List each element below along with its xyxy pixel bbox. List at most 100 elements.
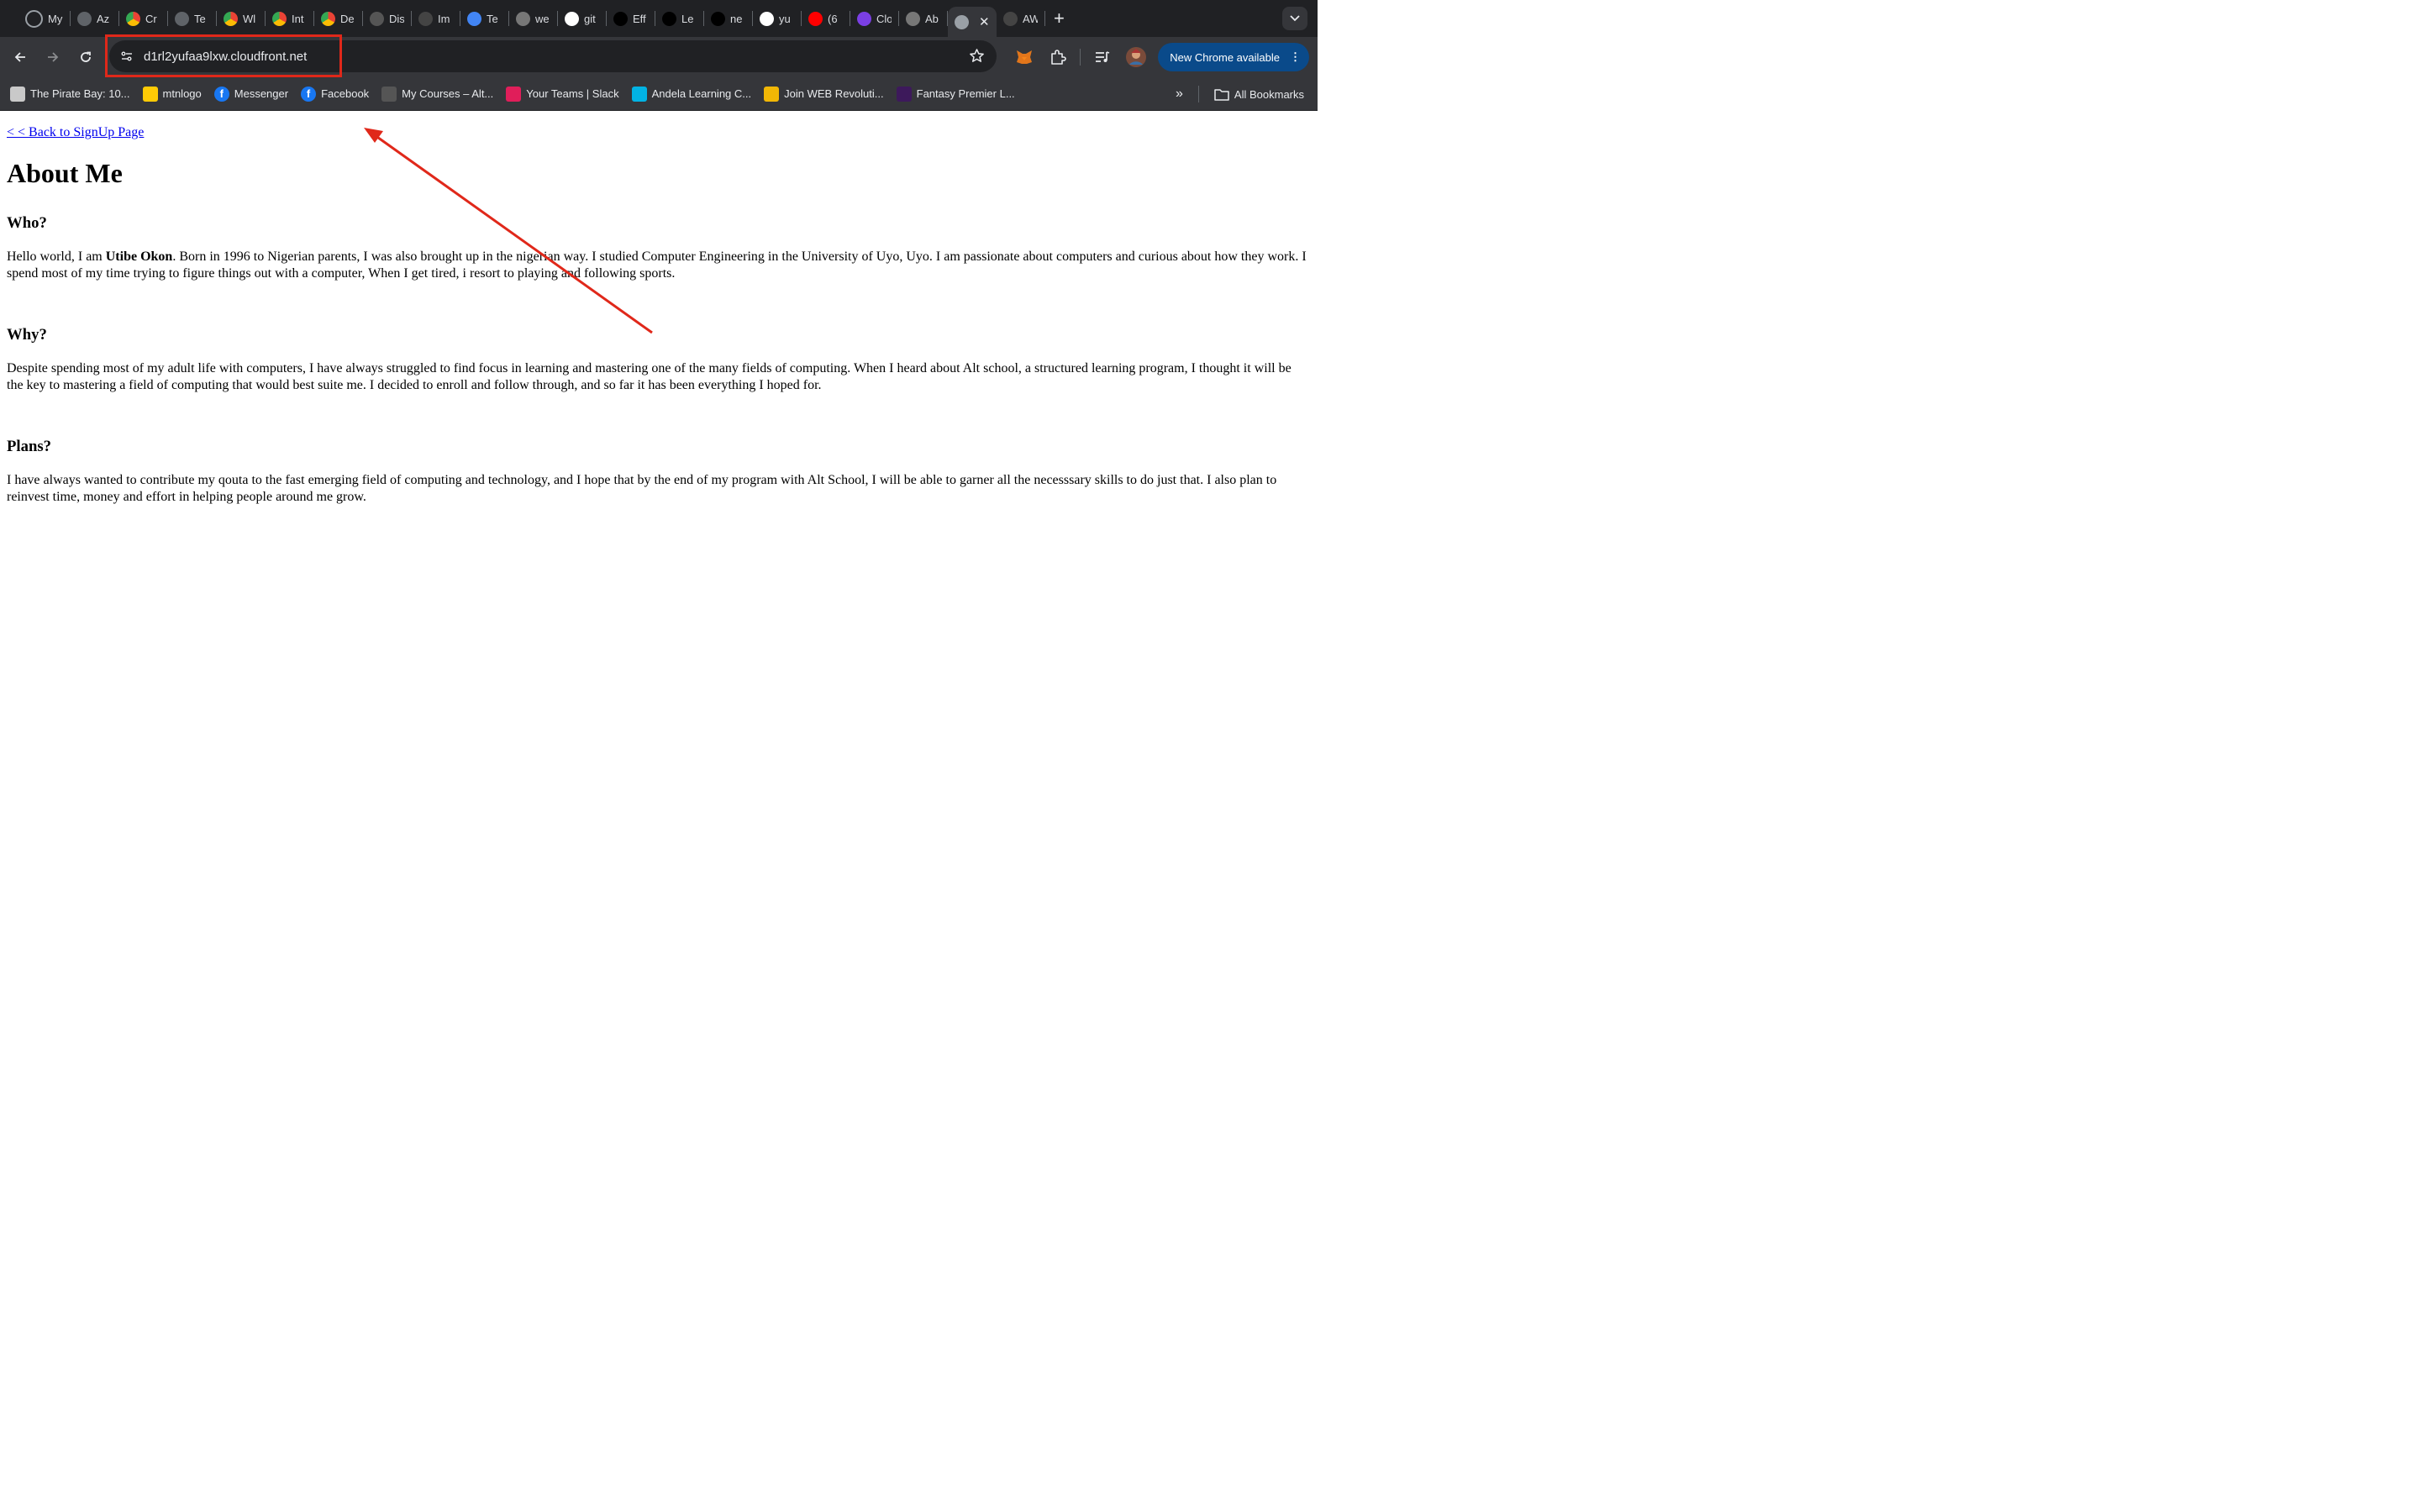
facebook-icon: f — [301, 86, 317, 102]
toolbar: d1rl2yufaa9lxw.cloudfront.net New Chrome… — [0, 37, 1318, 77]
bookmark-item[interactable]: The Pirate Bay: 10... — [10, 86, 130, 102]
bookmark-item[interactable]: f Facebook — [301, 86, 370, 102]
new-chrome-available-button[interactable]: New Chrome available ⋮ — [1158, 43, 1309, 71]
chrome-icon — [224, 11, 238, 26]
tab-13[interactable]: Le — [655, 6, 703, 31]
back-to-signup-link[interactable]: < < Back to SignUp Page — [7, 125, 144, 140]
tab-18[interactable]: Ab — [899, 6, 947, 31]
site-info-icon[interactable] — [118, 47, 136, 66]
bookmark-item[interactable]: Andela Learning C... — [631, 86, 752, 102]
tab-9[interactable]: Te — [460, 6, 508, 31]
bookmarks-bar-right: » All Bookmarks — [1176, 77, 1304, 111]
tab-2[interactable]: Cr — [119, 6, 167, 31]
tab-title: De — [340, 12, 355, 25]
all-bookmarks-button[interactable]: All Bookmarks — [1214, 88, 1304, 101]
tab-10[interactable]: we — [509, 6, 557, 31]
arrow-left-icon — [14, 52, 25, 62]
tab-title: yu — [779, 12, 791, 25]
tab-title: Clo — [876, 12, 892, 25]
bookmark-item[interactable]: Fantasy Premier L... — [896, 86, 1015, 102]
more-bookmarks-chevron-icon[interactable]: » — [1176, 87, 1183, 102]
media-queue-icon[interactable] — [1090, 45, 1115, 70]
openai-icon — [418, 11, 433, 26]
active-tab[interactable]: ✕ — [948, 7, 997, 37]
cloud-icon — [857, 11, 871, 26]
altschool-icon — [381, 86, 397, 102]
tab-14[interactable]: ne — [704, 6, 752, 31]
tab-title: Wl — [243, 12, 256, 25]
tab-title: Az — [97, 12, 110, 25]
tab-title: Eff — [633, 12, 646, 25]
tab-search-button[interactable] — [1282, 7, 1307, 30]
pirate-ship-icon — [10, 86, 25, 102]
tab-title: Te — [487, 12, 498, 25]
tab-1[interactable]: Az — [71, 6, 118, 31]
close-tab-icon[interactable]: ✕ — [979, 14, 990, 29]
tab-title: we — [535, 12, 550, 25]
chrome-icon — [321, 11, 335, 26]
tab-8[interactable]: Im — [412, 6, 460, 31]
address-bar[interactable]: d1rl2yufaa9lxw.cloudfront.net — [109, 40, 997, 72]
tab-title: Cr — [145, 12, 157, 25]
more-vert-icon[interactable]: ⋮ — [1290, 50, 1301, 64]
profile-avatar[interactable] — [1123, 45, 1149, 70]
tab-15[interactable]: yu — [753, 6, 801, 31]
tab-3[interactable]: Te — [168, 6, 216, 31]
bookmark-item[interactable]: f Messenger — [213, 86, 288, 102]
dev-icon — [613, 11, 628, 26]
who-text-before: Hello world, I am — [7, 249, 106, 264]
web-icon — [764, 86, 780, 102]
globe-icon — [516, 11, 530, 26]
tab-title: Le — [681, 12, 694, 25]
page-content: < < Back to SignUp Page About Me Who? He… — [0, 111, 1318, 506]
tab-12[interactable]: Eff — [607, 6, 655, 31]
tab-7[interactable]: Dis — [363, 6, 411, 31]
facebook-icon: f — [213, 86, 229, 102]
tab-title: git — [584, 12, 596, 25]
tab-0[interactable]: My — [18, 6, 70, 31]
premier-league-icon — [896, 86, 912, 102]
chrome-icon — [272, 11, 287, 26]
bookmark-label: The Pirate Bay: 10... — [30, 87, 130, 100]
bookmark-item[interactable]: Join WEB Revoluti... — [764, 86, 884, 102]
bookmark-item[interactable]: My Courses – Alt... — [381, 86, 494, 102]
forward-button[interactable] — [39, 43, 67, 71]
extensions-puzzle-icon[interactable] — [1045, 45, 1071, 70]
tab-title: My — [48, 12, 63, 25]
vercel-icon — [711, 11, 725, 26]
bookmark-star-icon[interactable] — [969, 48, 985, 68]
reload-button[interactable] — [71, 43, 100, 71]
bookmark-label: My Courses – Alt... — [402, 87, 494, 100]
tab-title: Int — [292, 12, 304, 25]
github-icon — [760, 11, 774, 26]
bookmark-label: Facebook — [321, 87, 370, 100]
tab-17[interactable]: Clo — [850, 6, 898, 31]
bookmark-item[interactable]: mtnlogo — [142, 86, 202, 102]
udacity-icon — [631, 86, 647, 102]
tab-20[interactable]: AW — [997, 6, 1044, 31]
bookmark-label: Andela Learning C... — [651, 87, 752, 100]
bookmark-label: Join WEB Revoluti... — [784, 87, 884, 100]
openai-icon — [1003, 11, 1018, 26]
url-text[interactable]: d1rl2yufaa9lxw.cloudfront.net — [144, 50, 307, 64]
metamask-extension-icon[interactable] — [1012, 45, 1037, 70]
bookmarks-bar: The Pirate Bay: 10... mtnlogo f Messenger f F… — [0, 77, 1318, 111]
tab-16[interactable]: (6 — [802, 6, 850, 31]
bookmark-item[interactable]: Your Teams | Slack — [506, 86, 619, 102]
tab-title: AW — [1023, 12, 1038, 25]
tab-6[interactable]: De — [314, 6, 362, 31]
tab-4[interactable]: Wl — [217, 6, 265, 31]
chatgpt-icon — [175, 11, 189, 26]
toolbar-actions: New Chrome available ⋮ — [1007, 37, 1318, 77]
bookmarks-divider — [1197, 86, 1199, 102]
new-tab-button[interactable]: + — [1045, 8, 1073, 29]
back-button[interactable] — [6, 43, 34, 71]
tab-title: Dis — [389, 12, 404, 25]
tab-11[interactable]: git — [558, 6, 606, 31]
chatgpt-icon — [77, 11, 92, 26]
update-button-label: New Chrome available — [1170, 50, 1280, 64]
globe-icon — [955, 14, 969, 29]
tab-5[interactable]: Int — [266, 6, 313, 31]
slack-icon — [506, 86, 522, 102]
docs-icon — [467, 11, 481, 26]
